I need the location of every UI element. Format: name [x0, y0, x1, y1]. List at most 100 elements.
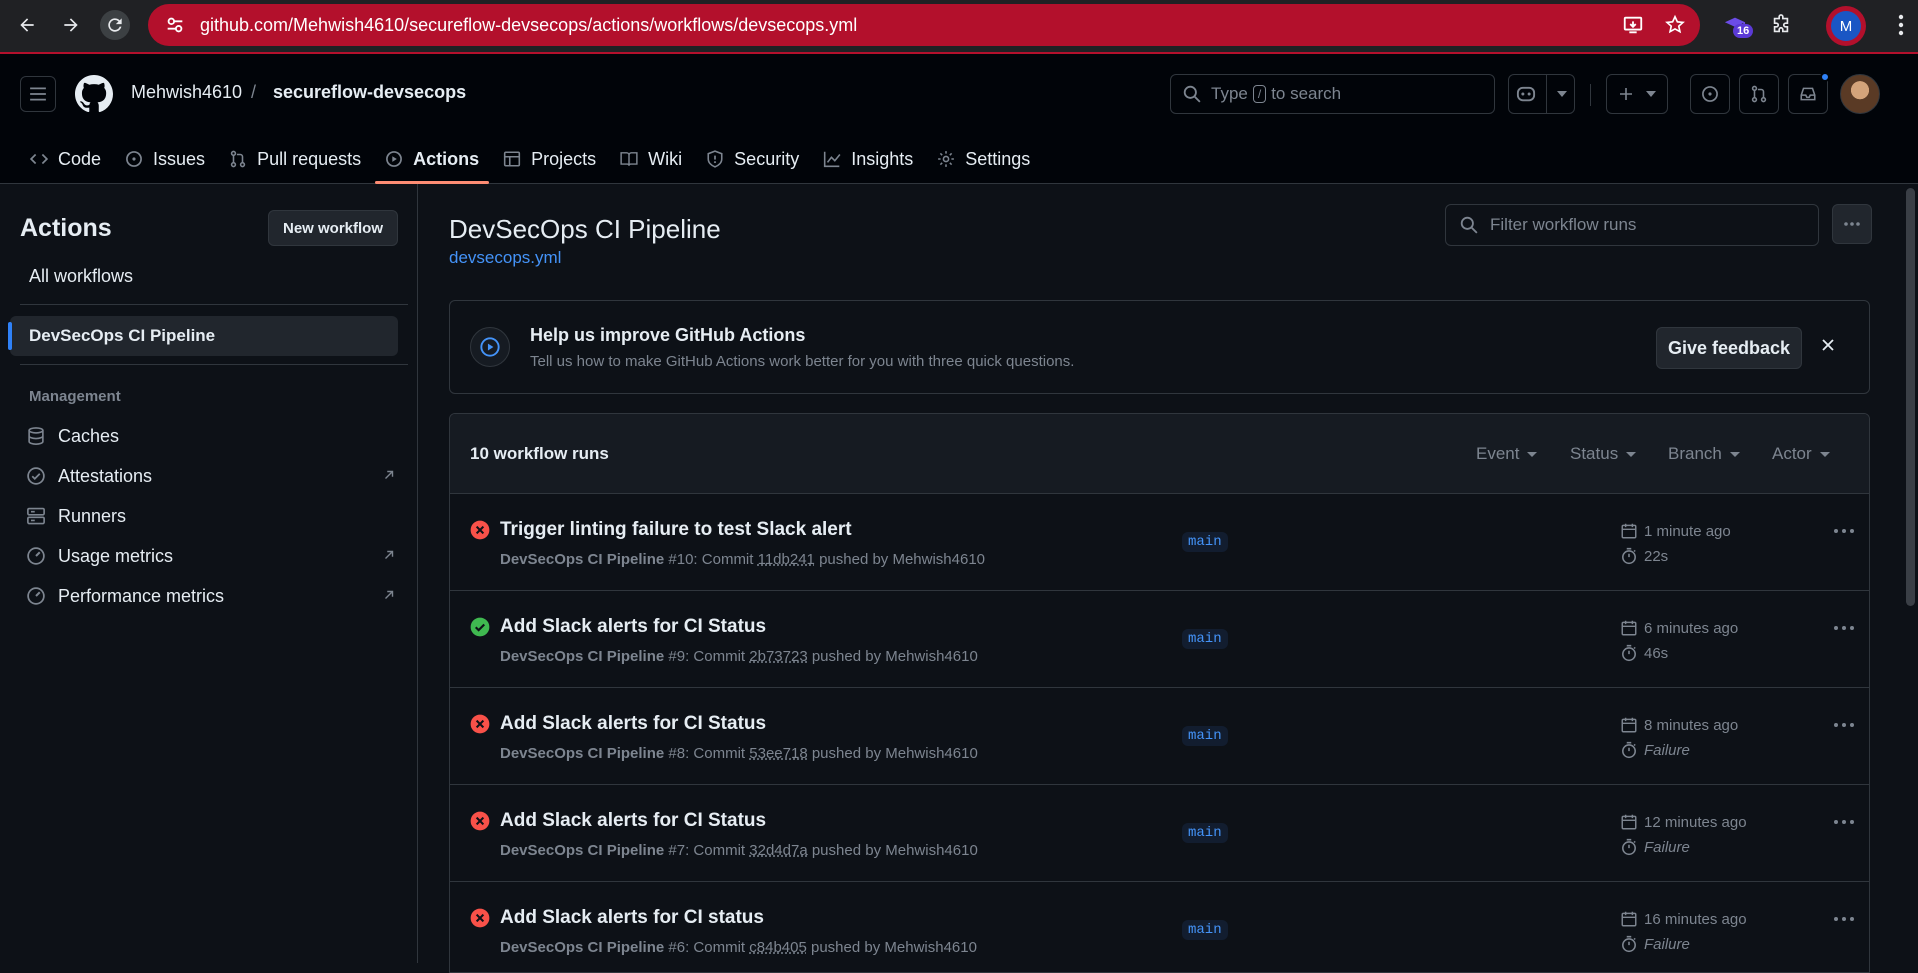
sidebar-item-label: Runners [58, 505, 127, 526]
stopwatch-icon [1622, 838, 1636, 856]
filter-branch[interactable]: Branch [1668, 444, 1740, 464]
tab-code[interactable]: Code [20, 134, 111, 184]
kebab-horizontal-icon[interactable] [1833, 722, 1855, 728]
give-feedback-button[interactable]: Give feedback [1656, 327, 1802, 369]
run-duration-value: Failure [1644, 838, 1690, 856]
search-input[interactable]: Type / to search [1170, 74, 1495, 114]
extensions-button[interactable] [1766, 10, 1796, 40]
run-title[interactable]: Trigger linting failure to test Slack al… [500, 519, 852, 541]
table-icon [504, 151, 521, 167]
sidebar-divider [20, 304, 408, 305]
branch-badge[interactable]: main [1182, 726, 1228, 746]
tab-wiki[interactable]: Wiki [610, 134, 692, 184]
puzzle-icon [1773, 14, 1789, 33]
install-app-icon[interactable] [1622, 14, 1644, 36]
profile-button[interactable]: M [1826, 6, 1866, 46]
issues-button[interactable] [1690, 74, 1730, 114]
run-number: #6: Commit [668, 939, 746, 956]
sidebar-item-caches[interactable]: Caches [26, 418, 396, 454]
tab-insights[interactable]: Insights [813, 134, 923, 184]
arrow-up-right-icon [385, 470, 394, 479]
filter-label: Branch [1668, 444, 1722, 463]
filter-status[interactable]: Status [1570, 444, 1637, 464]
avatar[interactable] [1840, 74, 1880, 114]
kebab-horizontal-icon[interactable] [1833, 528, 1855, 534]
book-icon [620, 152, 638, 166]
sidebar-item-label: Attestations [58, 465, 153, 486]
search-icon [1460, 216, 1478, 234]
back-button[interactable] [12, 10, 42, 40]
all-workflows-link[interactable]: All workflows [29, 266, 133, 287]
run-title[interactable]: Add Slack alerts for CI Status [500, 810, 766, 832]
address-url[interactable]: github.com/Mehwish4610/secureflow-devsec… [200, 15, 857, 36]
sidebar-item-usage-metrics[interactable]: Usage metrics [26, 538, 396, 574]
table-row[interactable]: Add Slack alerts for CI Status DevSecOps… [450, 688, 1869, 785]
sidebar-item-performance-metrics[interactable]: Performance metrics [26, 578, 396, 614]
sidebar-item-runners[interactable]: Runners [26, 498, 396, 534]
sidebar-item-devsecops-ci-pipeline[interactable]: DevSecOps CI Pipeline [8, 316, 398, 356]
copilot-button[interactable] [1508, 74, 1575, 114]
forward-button[interactable] [56, 10, 86, 40]
tab-security[interactable]: Security [696, 134, 809, 184]
sidebar-item-attestations[interactable]: Attestations [26, 458, 396, 494]
table-row[interactable]: Add Slack alerts for CI status DevSecOps… [450, 882, 1869, 972]
reload-icon [108, 18, 122, 32]
bookmark-star-icon[interactable] [1664, 14, 1686, 36]
address-bar[interactable]: github.com/Mehwish4610/secureflow-devsec… [148, 4, 1700, 46]
caret-down-icon [1527, 451, 1538, 457]
table-row[interactable]: Add Slack alerts for CI Status DevSecOps… [450, 785, 1869, 882]
github-logo-icon[interactable] [75, 75, 113, 113]
filter-actor[interactable]: Actor [1772, 444, 1830, 464]
commit-link[interactable]: 2b73723 [749, 648, 807, 665]
table-row[interactable]: Add Slack alerts for CI Status DevSecOps… [450, 591, 1869, 688]
play-icon [386, 151, 403, 167]
tab-label: Insights [851, 148, 914, 169]
calendar-icon [1621, 620, 1637, 636]
pull-requests-button[interactable] [1739, 74, 1779, 114]
workflow-menu-button[interactable] [1832, 204, 1872, 244]
branch-badge[interactable]: main [1182, 920, 1228, 940]
tab-pull-requests[interactable]: Pull requests [219, 134, 371, 184]
scrollbar-thumb[interactable] [1906, 188, 1915, 606]
tab-issues[interactable]: Issues [115, 134, 215, 184]
commit-link[interactable]: 32d4d7a [749, 842, 807, 859]
run-pusher: pushed by Mehwish4610 [811, 842, 978, 859]
kebab-horizontal-icon[interactable] [1833, 625, 1855, 631]
run-title[interactable]: Add Slack alerts for CI Status [500, 713, 766, 735]
tab-label: Settings [965, 148, 1031, 169]
reload-button[interactable] [100, 10, 130, 40]
workflow-file-link[interactable]: devsecops.yml [449, 248, 561, 268]
filter-event[interactable]: Event [1476, 444, 1538, 464]
page-scrollbar[interactable] [1903, 184, 1918, 963]
run-pusher: pushed by Mehwish4610 [811, 648, 978, 665]
kebab-horizontal-icon[interactable] [1833, 916, 1855, 922]
commit-link[interactable]: 53ee718 [749, 745, 807, 762]
create-new-button[interactable] [1606, 74, 1668, 114]
run-title[interactable]: Add Slack alerts for CI status [500, 907, 764, 929]
breadcrumb-owner[interactable]: Mehwish4610 [131, 82, 242, 103]
run-workflow: DevSecOps CI Pipeline [500, 939, 665, 956]
filter-label: Actor [1772, 444, 1812, 463]
run-title[interactable]: Add Slack alerts for CI Status [500, 616, 766, 638]
stopwatch-icon [1622, 741, 1636, 759]
branch-badge[interactable]: main [1182, 629, 1228, 649]
tab-actions[interactable]: Actions [375, 134, 490, 184]
code-icon [30, 153, 48, 165]
browser-menu-icon[interactable] [1893, 12, 1909, 38]
site-settings-icon[interactable] [164, 14, 186, 36]
commit-link[interactable]: 11db241 [758, 551, 815, 568]
search-icon [1183, 85, 1201, 103]
commit-link[interactable]: c84b405 [749, 939, 807, 956]
close-icon[interactable] [1820, 337, 1836, 353]
table-row[interactable]: Trigger linting failure to test Slack al… [450, 494, 1869, 591]
branch-badge[interactable]: main [1182, 823, 1228, 843]
new-workflow-button[interactable]: New workflow [268, 210, 398, 246]
tab-projects[interactable]: Projects [493, 134, 606, 184]
breadcrumb-repo[interactable]: secureflow-devsecops [273, 82, 466, 103]
filter-workflow-runs-input[interactable]: Filter workflow runs [1445, 204, 1819, 246]
global-menu-button[interactable] [20, 76, 56, 112]
tab-settings[interactable]: Settings [927, 134, 1040, 184]
run-workflow: DevSecOps CI Pipeline [500, 842, 665, 859]
branch-badge[interactable]: main [1182, 532, 1228, 552]
kebab-horizontal-icon[interactable] [1833, 819, 1855, 825]
